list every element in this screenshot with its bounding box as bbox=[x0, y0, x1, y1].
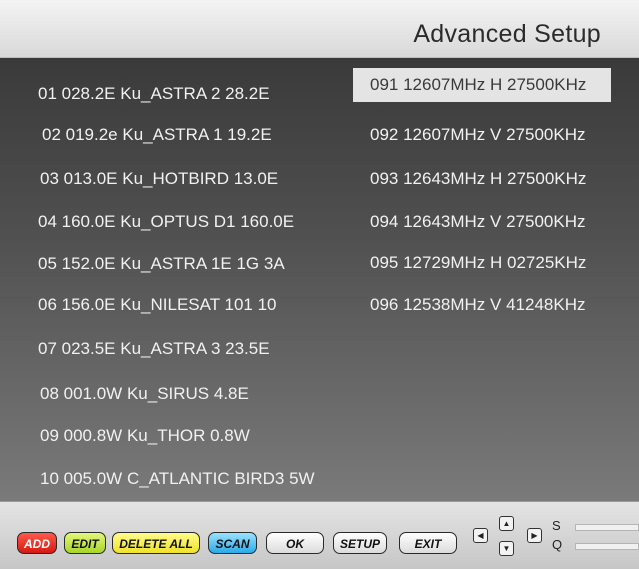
transponder-item[interactable]: 095 12729MHz H 02725KHz bbox=[370, 253, 628, 273]
satellite-item[interactable]: 05 152.0E Ku_ASTRA 1E 1G 3A bbox=[38, 254, 285, 274]
satellite-item[interactable]: 10 005.0W C_ATLANTIC BIRD3 5W bbox=[40, 469, 315, 489]
arrow-right-icon[interactable]: ▶ bbox=[527, 528, 542, 543]
transponder-item-selected[interactable]: 091 12607MHz H 27500KHz bbox=[353, 68, 611, 102]
add-button[interactable]: ADD bbox=[17, 532, 57, 554]
satellite-item[interactable]: 08 001.0W Ku_SIRUS 4.8E bbox=[40, 384, 249, 404]
transponder-item[interactable]: 092 12607MHz V 27500KHz bbox=[370, 125, 628, 145]
transponder-item[interactable]: 096 12538MHz V 41248KHz bbox=[370, 295, 628, 315]
transponder-item[interactable]: 094 12643MHz V 27500KHz bbox=[370, 212, 628, 232]
edit-button[interactable]: EDIT bbox=[64, 532, 106, 554]
main-panel: 01 028.2E Ku_ASTRA 2 28.2E 02 019.2e Ku_… bbox=[0, 58, 639, 501]
header-bar: Advanced Setup bbox=[0, 0, 639, 58]
arrow-down-icon[interactable]: ▼ bbox=[499, 541, 514, 556]
arrow-left-icon[interactable]: ◀ bbox=[473, 528, 488, 543]
satellite-item[interactable]: 09 000.8W Ku_THOR 0.8W bbox=[40, 426, 250, 446]
satellite-item[interactable]: 07 023.5E Ku_ASTRA 3 23.5E bbox=[38, 339, 270, 359]
quality-label: Q bbox=[552, 537, 563, 552]
advanced-setup-screen: Advanced Setup 01 028.2E Ku_ASTRA 2 28.2… bbox=[0, 0, 639, 569]
transponder-item[interactable]: 093 12643MHz H 27500KHz bbox=[370, 169, 628, 189]
delete-all-button[interactable]: DELETE ALL bbox=[112, 532, 200, 554]
satellite-item[interactable]: 06 156.0E Ku_NILESAT 101 10 bbox=[38, 295, 277, 315]
exit-button[interactable]: EXIT bbox=[399, 532, 457, 554]
satellite-item[interactable]: 03 013.0E Ku_HOTBIRD 13.0E bbox=[40, 169, 278, 189]
quality-bar bbox=[575, 543, 639, 550]
scan-button[interactable]: SCAN bbox=[208, 532, 257, 554]
signal-bar bbox=[575, 524, 639, 531]
satellite-item[interactable]: 04 160.0E Ku_OPTUS D1 160.0E bbox=[38, 212, 294, 232]
satellite-item[interactable]: 01 028.2E Ku_ASTRA 2 28.2E bbox=[38, 84, 270, 104]
page-title: Advanced Setup bbox=[413, 20, 601, 48]
arrow-up-icon[interactable]: ▲ bbox=[499, 516, 514, 531]
satellite-item[interactable]: 02 019.2e Ku_ASTRA 1 19.2E bbox=[42, 125, 272, 145]
ok-button[interactable]: OK bbox=[266, 532, 324, 554]
setup-button[interactable]: SETUP bbox=[333, 532, 387, 554]
footer-bar: ADD EDIT DELETE ALL SCAN OK SETUP EXIT ◀… bbox=[0, 501, 639, 569]
signal-label: S bbox=[552, 518, 561, 533]
